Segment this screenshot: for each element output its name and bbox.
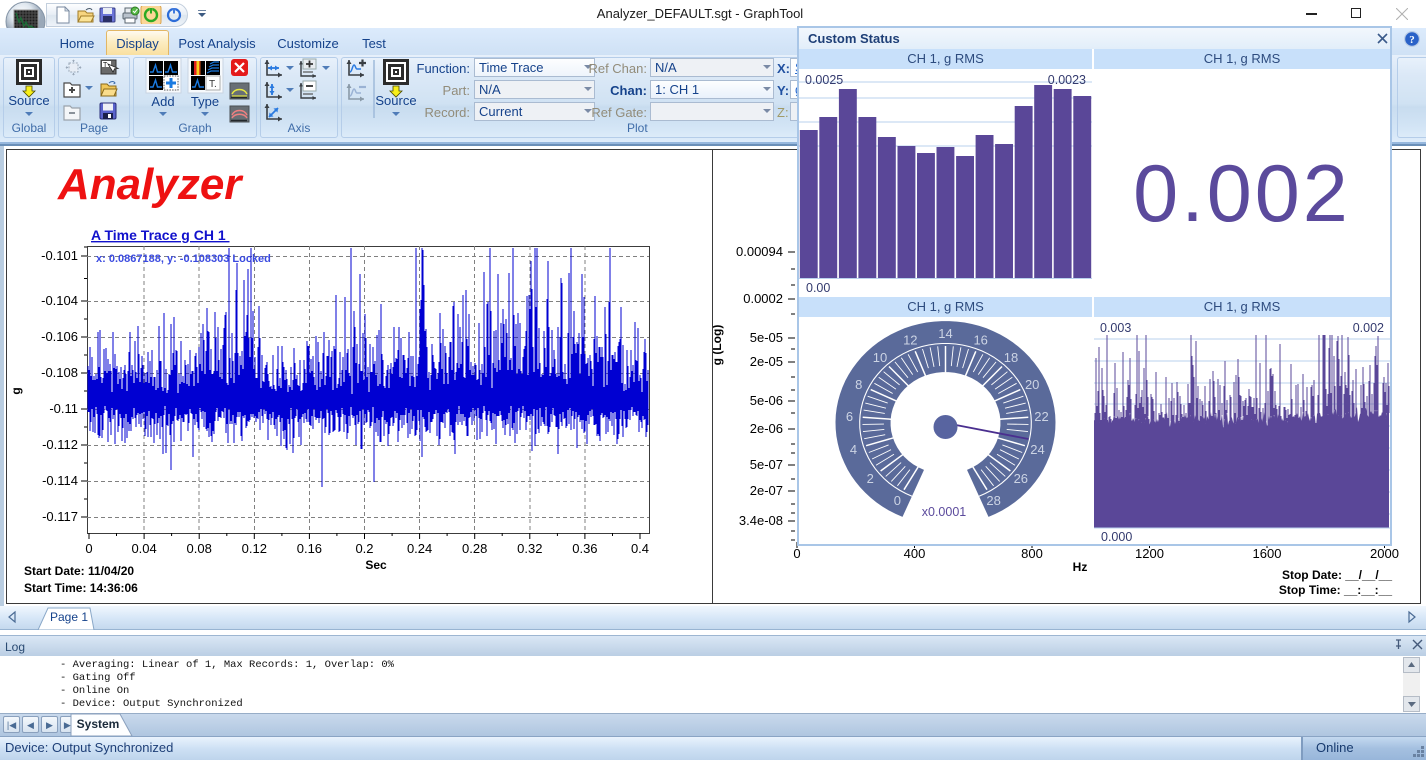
svg-text:-0.104: -0.104	[41, 293, 78, 308]
svg-text:0.0002: 0.0002	[743, 291, 783, 306]
svg-text:16: 16	[973, 332, 987, 347]
svg-text:1200: 1200	[1135, 546, 1164, 561]
svg-text:Analyzer: Analyzer	[57, 160, 244, 209]
svg-text:-0.114: -0.114	[42, 473, 78, 488]
svg-text:0.002: 0.002	[1133, 149, 1351, 239]
svg-text:Source: Source	[8, 93, 49, 108]
svg-text:-0.11: -0.11	[49, 401, 78, 416]
svg-text:g (Log): g (Log)	[713, 325, 724, 366]
svg-text:0: 0	[793, 546, 800, 561]
svg-text:A Time Trace g CH 1: A Time Trace g CH 1	[91, 227, 230, 243]
svg-text:2000: 2000	[1370, 546, 1399, 561]
svg-text:26: 26	[1014, 471, 1028, 486]
svg-text:0.24: 0.24	[407, 541, 432, 556]
svg-text:0.00: 0.00	[806, 281, 830, 295]
svg-text:5e-06: 5e-06	[750, 393, 783, 408]
svg-text:2e-07: 2e-07	[750, 483, 783, 498]
svg-text:2e-05: 2e-05	[750, 354, 783, 369]
svg-text:Start Time: 14:36:06: Start Time: 14:36:06	[24, 581, 138, 595]
svg-text:5e-07: 5e-07	[750, 457, 783, 472]
svg-text:0.32: 0.32	[517, 541, 542, 556]
svg-text:0.000: 0.000	[1101, 530, 1132, 544]
svg-text:-0.106: -0.106	[41, 329, 78, 344]
svg-text:-0.108: -0.108	[41, 365, 78, 380]
svg-text:0.003: 0.003	[1100, 321, 1131, 335]
svg-text:0.0023: 0.0023	[1048, 73, 1086, 87]
svg-text:0.4: 0.4	[631, 541, 649, 556]
svg-text:Start Date: 11/04/20: Start Date: 11/04/20	[24, 564, 134, 578]
svg-text:0.36: 0.36	[572, 541, 597, 556]
svg-text:0.08: 0.08	[187, 541, 212, 556]
svg-text:x0.0001: x0.0001	[922, 505, 967, 519]
svg-text:Add: Add	[151, 94, 174, 109]
svg-text:28: 28	[986, 493, 1000, 508]
svg-text:0.16: 0.16	[297, 541, 322, 556]
svg-text:0: 0	[85, 541, 92, 556]
svg-text:24: 24	[1030, 442, 1044, 457]
svg-text:14: 14	[938, 326, 952, 341]
svg-text:1600: 1600	[1253, 546, 1282, 561]
svg-text:x: 0.0867188, y: -0.108303 Loc: x: 0.0867188, y: -0.108303 Locked	[96, 253, 271, 265]
svg-text:0.2: 0.2	[355, 541, 373, 556]
svg-text:800: 800	[1021, 546, 1043, 561]
svg-text:0.0025: 0.0025	[805, 73, 843, 87]
svg-text:0.002: 0.002	[1353, 321, 1384, 335]
svg-text:T.: T.	[209, 79, 217, 90]
svg-text:-0.101: -0.101	[41, 248, 78, 263]
svg-text:0.04: 0.04	[131, 541, 156, 556]
svg-text:400: 400	[904, 546, 926, 561]
svg-text:4: 4	[850, 442, 857, 457]
svg-text:18: 18	[1004, 350, 1018, 365]
svg-text:Type: Type	[191, 94, 219, 109]
svg-text:0.00094: 0.00094	[736, 244, 783, 259]
svg-text:12: 12	[903, 332, 917, 347]
svg-text:2e-06: 2e-06	[750, 421, 783, 436]
svg-text:?: ?	[1409, 34, 1415, 46]
svg-text:Stop Time: __:__:__: Stop Time: __:__:__	[1279, 583, 1392, 597]
svg-text:0: 0	[894, 493, 901, 508]
svg-text:-0.112: -0.112	[42, 437, 78, 452]
svg-text:-0.117: -0.117	[42, 509, 78, 524]
svg-text:0.28: 0.28	[462, 541, 487, 556]
svg-text:3.4e-08: 3.4e-08	[739, 513, 783, 528]
svg-text:g: g	[9, 387, 23, 394]
svg-text:5e-05: 5e-05	[750, 330, 783, 345]
svg-text:10: 10	[873, 350, 887, 365]
svg-text:Hz: Hz	[1073, 560, 1088, 574]
svg-text:Sec: Sec	[365, 558, 387, 572]
svg-text:2: 2	[867, 471, 874, 486]
svg-text:Stop Date: __/__/__: Stop Date: __/__/__	[1282, 568, 1392, 582]
svg-text:0.12: 0.12	[242, 541, 267, 556]
svg-text:T: T	[103, 62, 108, 69]
svg-text:6: 6	[846, 409, 853, 424]
svg-text:8: 8	[855, 377, 862, 392]
svg-text:20: 20	[1025, 377, 1039, 392]
svg-text:22: 22	[1034, 409, 1048, 424]
